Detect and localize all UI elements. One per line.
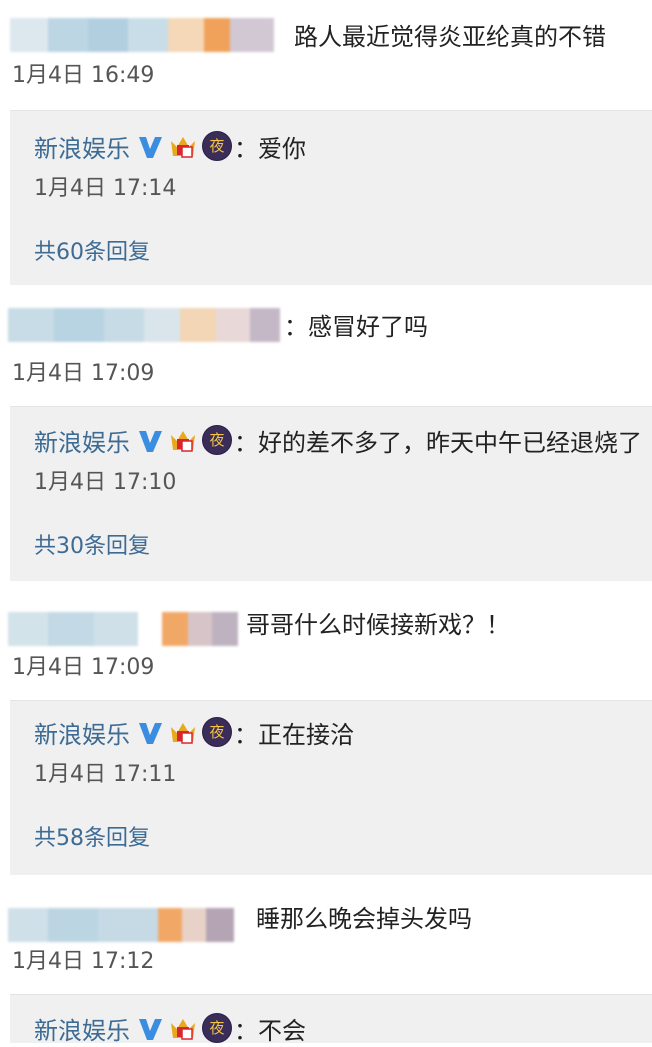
- reply-author-name[interactable]: 新浪娱乐: [34, 423, 130, 458]
- blurred-username[interactable]: [8, 612, 238, 646]
- crown-member-icon: [168, 1013, 198, 1043]
- comment-item: 路人最近觉得炎亚纶真的不错 1月4日 16:49: [0, 4, 652, 88]
- reply-line: 新浪娱乐 夜 ：好的差不多了，昨天中午已经退烧了: [34, 423, 642, 457]
- comment-item: 睡那么晚会掉头发吗 1月4日 17:12: [0, 892, 652, 974]
- reply-count-link[interactable]: 共60条回复: [34, 239, 150, 267]
- reply-line: 新浪娱乐 夜 ：爱你: [34, 129, 306, 163]
- verified-v-icon: [136, 1013, 164, 1043]
- comment-time: 1月4日 17:09: [12, 655, 155, 680]
- comment-item: ：感冒好了吗 1月4日 17:09: [0, 300, 652, 386]
- comment-text: 哥哥什么时候接新戏？！: [246, 611, 510, 639]
- reply-line: 新浪娱乐 夜 ：不会: [34, 1011, 306, 1045]
- reply-text: ：好的差不多了，昨天中午已经退烧了: [234, 428, 642, 457]
- reply-author-name[interactable]: 新浪娱乐: [34, 1011, 130, 1046]
- reply-text: ：正在接洽: [234, 720, 354, 749]
- reply-text: ：不会: [234, 1016, 306, 1045]
- reply-count-link[interactable]: 共30条回复: [34, 533, 150, 561]
- reply-box: 新浪娱乐 夜 ：正在接洽 1月4日 17:11 共58条回复: [10, 700, 652, 875]
- reply-box: 新浪娱乐 夜 ：好的差不多了，昨天中午已经退烧了 1月4日 17:10 共30条…: [10, 406, 652, 581]
- verified-v-icon: [136, 717, 164, 747]
- comment-time: 1月4日 17:09: [12, 361, 155, 386]
- reply-time: 1月4日 17:11: [34, 762, 177, 787]
- comment-text: 路人最近觉得炎亚纶真的不错: [294, 23, 606, 51]
- reply-time: 1月4日 17:10: [34, 470, 177, 495]
- blurred-username[interactable]: [10, 18, 274, 52]
- blurred-username[interactable]: [8, 908, 234, 942]
- night-badge-icon: 夜: [202, 1013, 232, 1043]
- comment-text: 睡那么晚会掉头发吗: [256, 905, 472, 933]
- comment-time: 1月4日 17:12: [12, 949, 155, 974]
- reply-box: 新浪娱乐 夜 ：不会: [10, 994, 652, 1045]
- night-badge-icon: 夜: [202, 425, 232, 455]
- reply-count-link[interactable]: 共58条回复: [34, 825, 150, 853]
- crown-member-icon: [168, 717, 198, 747]
- reply-text: ：爱你: [234, 134, 306, 163]
- comment-item: 哥哥什么时候接新戏？！ 1月4日 17:09: [0, 596, 652, 680]
- comment-time: 1月4日 16:49: [12, 63, 155, 88]
- comment-text: ：感冒好了吗: [284, 313, 428, 341]
- reply-line: 新浪娱乐 夜 ：正在接洽: [34, 715, 354, 749]
- reply-author-name[interactable]: 新浪娱乐: [34, 715, 130, 750]
- crown-member-icon: [168, 131, 198, 161]
- reply-time: 1月4日 17:14: [34, 176, 177, 201]
- blurred-username[interactable]: [8, 308, 280, 342]
- night-badge-icon: 夜: [202, 717, 232, 747]
- reply-box: 新浪娱乐 夜 ：爱你 1月4日 17:14 共60条回复: [10, 110, 652, 285]
- verified-v-icon: [136, 131, 164, 161]
- night-badge-icon: 夜: [202, 131, 232, 161]
- reply-author-name[interactable]: 新浪娱乐: [34, 129, 130, 164]
- verified-v-icon: [136, 425, 164, 455]
- crown-member-icon: [168, 425, 198, 455]
